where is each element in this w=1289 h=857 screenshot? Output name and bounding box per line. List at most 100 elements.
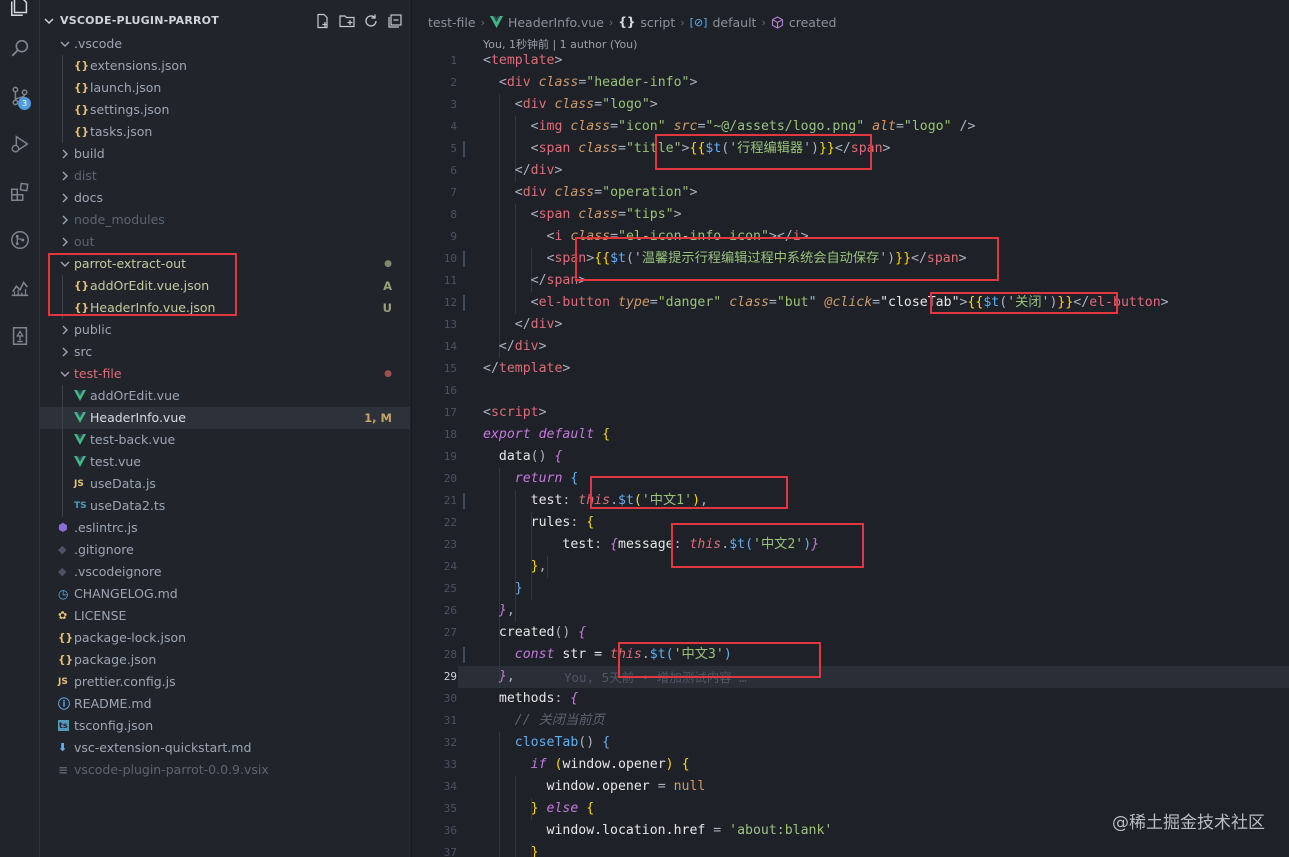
code-line[interactable]: <span class="tips">: [483, 204, 682, 226]
breadcrumb-file[interactable]: HeaderInfo.vue: [508, 15, 604, 30]
tree-item[interactable]: ⓘ README.md: [40, 693, 410, 715]
tree-item[interactable]: ⬇ vsc-extension-quickstart.md: [40, 737, 410, 759]
git-graph-icon[interactable]: [0, 222, 40, 258]
code-line[interactable]: <script>: [483, 402, 547, 424]
code-line[interactable]: }: [483, 842, 539, 857]
code-line[interactable]: data() {: [483, 446, 563, 468]
tree-item[interactable]: ◷ CHANGELOG.md: [40, 583, 410, 605]
new-file-icon[interactable]: [314, 12, 332, 30]
code-line[interactable]: },: [483, 666, 515, 688]
code-line[interactable]: return {: [483, 468, 579, 490]
line-number: 5: [450, 142, 457, 155]
tree-item[interactable]: ✿ LICENSE: [40, 605, 410, 627]
breadcrumb-section[interactable]: script: [640, 15, 675, 30]
code-line[interactable]: </template>: [483, 358, 570, 380]
tree-item[interactable]: test-file ●: [40, 363, 410, 385]
breadcrumb-symbol-default[interactable]: default: [712, 15, 756, 30]
breadcrumb-symbol-created[interactable]: created: [789, 15, 837, 30]
collapse-all-icon[interactable]: [386, 12, 404, 30]
explorer-header[interactable]: VSCODE-PLUGIN-PARROT: [40, 11, 411, 33]
breadcrumb-folder[interactable]: test-file: [428, 15, 476, 30]
code-line[interactable]: <div class="operation">: [483, 182, 698, 204]
tree-item[interactable]: public: [40, 319, 410, 341]
tree-item[interactable]: src: [40, 341, 410, 363]
line-number: 1: [450, 54, 457, 67]
code-line[interactable]: <template>: [483, 50, 562, 72]
explorer-icon[interactable]: [0, 0, 40, 20]
chevron-right-icon: ›: [680, 15, 685, 29]
code-token: =: [618, 207, 626, 222]
git-diamond-icon: ◆: [58, 543, 67, 556]
code-line[interactable]: },: [483, 556, 547, 578]
tree-item[interactable]: {} tasks.json: [40, 121, 410, 143]
new-folder-icon[interactable]: [338, 12, 356, 30]
code-line[interactable]: }: [483, 578, 523, 600]
code-line[interactable]: </div>: [483, 314, 563, 336]
search-icon[interactable]: [0, 30, 40, 66]
code-line[interactable]: window.location.href = 'about:blank': [483, 820, 833, 842]
tree-item[interactable]: addOrEdit.vue: [40, 385, 410, 407]
code-token: >: [1160, 295, 1169, 310]
code-line[interactable]: </span>: [483, 270, 587, 292]
tree-item[interactable]: ◆ .vscodeignore: [40, 561, 410, 583]
tree-item[interactable]: {} settings.json: [40, 99, 410, 121]
tree-item[interactable]: docs: [40, 187, 410, 209]
tree-item-label: vscode-plugin-parrot-0.0.9.vsix: [74, 762, 269, 777]
run-debug-icon[interactable]: [0, 126, 40, 162]
code-line[interactable]: </div>: [483, 336, 547, 358]
code-line[interactable]: window.opener = null: [483, 776, 706, 798]
remote-explorer-icon[interactable]: [0, 318, 40, 354]
tree-item[interactable]: ≡ vscode-plugin-parrot-0.0.9.vsix: [40, 759, 410, 781]
tree-item[interactable]: ts tsconfig.json: [40, 715, 410, 737]
code-token: <: [483, 97, 523, 112]
code-token: >: [554, 163, 563, 178]
code-line[interactable]: <div class="logo">: [483, 94, 658, 116]
tree-item[interactable]: {} package-lock.json: [40, 627, 410, 649]
tree-item[interactable]: JS prettier.config.js: [40, 671, 410, 693]
line-number: 33: [443, 758, 457, 771]
code-token: if: [530, 757, 547, 772]
code-editor: test-file › HeaderInfo.vue › {} script ›…: [412, 0, 1289, 857]
tree-item[interactable]: test-back.vue: [40, 429, 410, 451]
tree-item[interactable]: out: [40, 231, 410, 253]
code-line[interactable]: <div class="header-info">: [483, 72, 698, 94]
tree-item[interactable]: {} package.json: [40, 649, 410, 671]
code-line[interactable]: rules: {: [483, 512, 595, 534]
tree-item-label: test.vue: [90, 454, 141, 469]
tree-item[interactable]: {} launch.json: [40, 77, 410, 99]
tree-item[interactable]: HeaderInfo.vue 1, M: [40, 407, 410, 429]
code-line[interactable]: },: [483, 600, 515, 622]
tree-item[interactable]: {} extensions.json: [40, 55, 410, 77]
tree-item[interactable]: ◆ .gitignore: [40, 539, 410, 561]
code-line[interactable]: export default {: [483, 424, 610, 446]
code-token: >: [882, 141, 891, 156]
code-line[interactable]: } else {: [483, 798, 595, 820]
chevron-down-icon[interactable]: [44, 14, 54, 28]
code-line[interactable]: // 关闭当前页: [483, 710, 605, 732]
code-line[interactable]: created() {: [483, 622, 586, 644]
code-line[interactable]: closeTab() {: [483, 732, 610, 754]
tree-item[interactable]: JS useData.js: [40, 473, 410, 495]
extensions-icon[interactable]: [0, 174, 40, 210]
code-line[interactable]: if (window.opener) {: [483, 754, 690, 776]
tree-item-label: .vscode: [74, 36, 123, 51]
tree-item[interactable]: ⬢ .eslintrc.js: [40, 517, 410, 539]
tree-item[interactable]: build: [40, 143, 410, 165]
code-line[interactable]: </div>: [483, 160, 563, 182]
tree-item[interactable]: TS useData2.ts: [40, 495, 410, 517]
tree-item[interactable]: node_modules: [40, 209, 410, 231]
tree-item[interactable]: .vscode: [40, 33, 410, 55]
code-token: (): [530, 449, 555, 464]
code-token: class: [578, 207, 618, 222]
tree-item[interactable]: test.vue: [40, 451, 410, 473]
timeline-chart-icon[interactable]: [0, 270, 40, 306]
source-control-icon[interactable]: 3: [0, 78, 40, 114]
tree-item[interactable]: dist: [40, 165, 410, 187]
code-line[interactable]: methods: {: [483, 688, 578, 710]
refresh-icon[interactable]: [362, 12, 380, 30]
